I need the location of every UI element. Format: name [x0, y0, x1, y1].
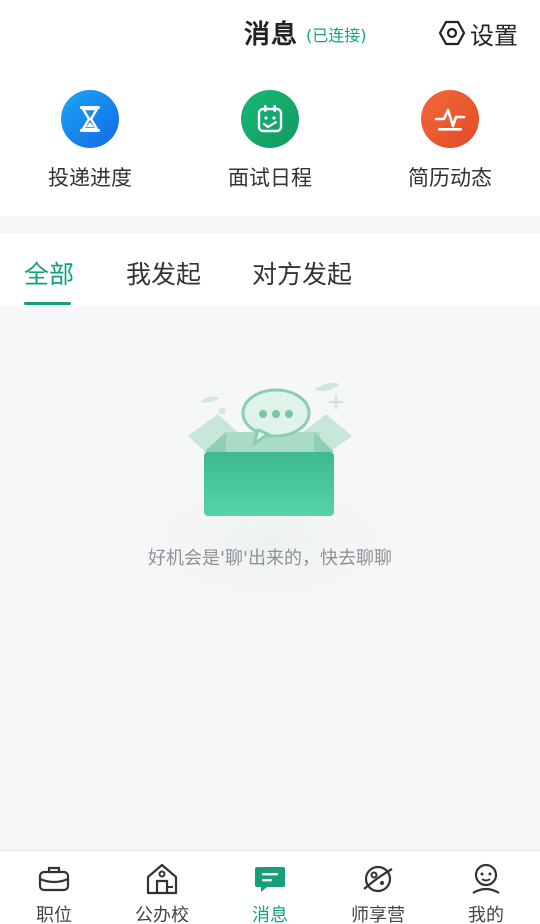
tab-initiated-by-me[interactable]: 我发起	[126, 255, 201, 291]
settings-button[interactable]: 设置	[438, 16, 518, 50]
activity-icon	[421, 90, 479, 148]
hourglass-icon	[61, 90, 119, 148]
message-icon	[255, 867, 285, 892]
nav-public-school[interactable]: 公办校	[108, 861, 216, 924]
active-tab-indicator	[24, 302, 71, 305]
planet-icon	[363, 865, 393, 893]
tab-all[interactable]: 全部	[24, 255, 74, 291]
quick-action-label: 面试日程	[228, 166, 312, 190]
nav-label: 师享营	[351, 905, 405, 924]
nav-label: 我的	[468, 905, 504, 924]
connection-status: (已连接)	[306, 26, 367, 45]
quick-action-label: 简历动态	[408, 166, 492, 190]
message-filter-tabs: 全部 我发起 对方发起	[0, 233, 540, 306]
resume-activity-button[interactable]: 简历动态	[380, 90, 520, 192]
empty-state-text: 好机会是'聊'出来的，快去聊聊	[148, 548, 392, 569]
nav-label: 公办校	[135, 905, 189, 924]
empty-state: 好机会是'聊'出来的，快去聊聊	[0, 306, 540, 850]
calendar-icon	[241, 90, 299, 148]
nav-messages[interactable]: 消息	[216, 861, 324, 924]
bottom-navigation: 职位 公办校 消息 师享营 我的	[0, 850, 540, 924]
tab-initiated-by-other[interactable]: 对方发起	[252, 255, 352, 291]
quick-action-label: 投递进度	[48, 166, 132, 190]
top-bar: 消息 (已连接) 设置	[0, 0, 540, 66]
gear-icon	[438, 20, 466, 46]
nav-profile[interactable]: 我的	[432, 861, 540, 924]
delivery-progress-button[interactable]: 投递进度	[20, 90, 160, 192]
nav-label: 消息	[252, 905, 288, 924]
school-icon	[146, 863, 178, 895]
chat-box-illustration	[142, 382, 398, 603]
nav-jobs[interactable]: 职位	[0, 861, 108, 924]
settings-label: 设置	[470, 21, 518, 50]
quick-actions: 投递进度 面试日程 简历动态	[0, 66, 540, 216]
profile-icon	[472, 863, 500, 894]
interview-schedule-button[interactable]: 面试日程	[200, 90, 340, 192]
briefcase-icon	[38, 866, 70, 892]
page-title: 消息	[244, 20, 299, 50]
nav-label: 职位	[36, 905, 72, 924]
nav-teacher-camp[interactable]: 师享营	[324, 861, 432, 924]
